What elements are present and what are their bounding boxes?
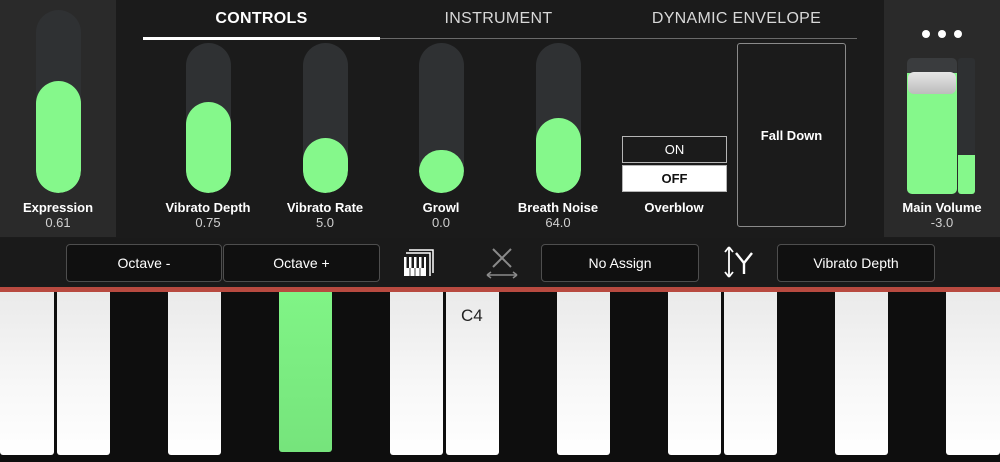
breath-noise-track[interactable] [536,43,581,193]
fall-down-button[interactable]: Fall Down [737,43,846,227]
white-key[interactable] [557,292,610,455]
main-volume-handle[interactable] [908,72,956,94]
octave-up-button[interactable]: Octave + [223,244,380,282]
vibrato-depth-fill [186,101,231,193]
keyboard-icon[interactable] [403,249,435,277]
white-key[interactable] [57,292,110,455]
y-assign-button[interactable]: Vibrato Depth [777,244,935,282]
vibrato-depth-track[interactable] [186,43,231,193]
level-meter-fill [958,154,975,194]
overblow-off-button[interactable]: OFF [622,165,727,192]
main-volume-value: -3.0 [930,215,954,230]
tab-controls[interactable]: CONTROLS [143,10,380,38]
white-key[interactable] [668,292,721,455]
white-key-c4[interactable]: C4 [446,292,499,455]
expression-label: Expression [22,200,94,215]
c4-label: C4 [461,306,483,325]
white-key[interactable] [724,292,777,455]
tab-dynamic-envelope[interactable]: DYNAMIC ENVELOPE [618,10,855,38]
growl-fill [419,149,464,193]
y-axis-icon[interactable] [720,245,756,279]
vibrato-rate-track[interactable] [303,43,348,193]
white-key[interactable] [0,292,54,455]
white-key[interactable] [168,292,221,455]
more-dots-icon[interactable] [920,25,964,43]
breath-noise-fill [536,118,581,193]
main-volume-label: Main Volume [902,200,982,215]
expression-track[interactable] [36,10,81,193]
breath-noise-value: 64.0 [545,215,571,230]
overblow-label: Overblow [644,200,704,215]
vibrato-rate-fill [303,137,348,193]
expression-fill [36,81,81,193]
level-meter [958,58,975,194]
white-key-pressed[interactable] [279,292,332,452]
white-key[interactable] [946,292,1000,455]
app-window: CONTROLS INSTRUMENT DYNAMIC ENVELOPE Exp… [0,0,1000,462]
tab-instrument[interactable]: INSTRUMENT [380,10,617,38]
expression-value: 0.61 [45,215,71,230]
white-key[interactable] [835,292,888,455]
x-axis-icon[interactable] [484,245,520,279]
x-assign-button[interactable]: No Assign [541,244,699,282]
octave-down-button[interactable]: Octave - [66,244,222,282]
overblow-on-button[interactable]: ON [622,136,727,163]
breath-noise-label: Breath Noise [517,200,599,215]
tab-active-indicator [143,37,380,40]
white-key[interactable] [390,292,443,455]
growl-track[interactable] [419,43,464,193]
